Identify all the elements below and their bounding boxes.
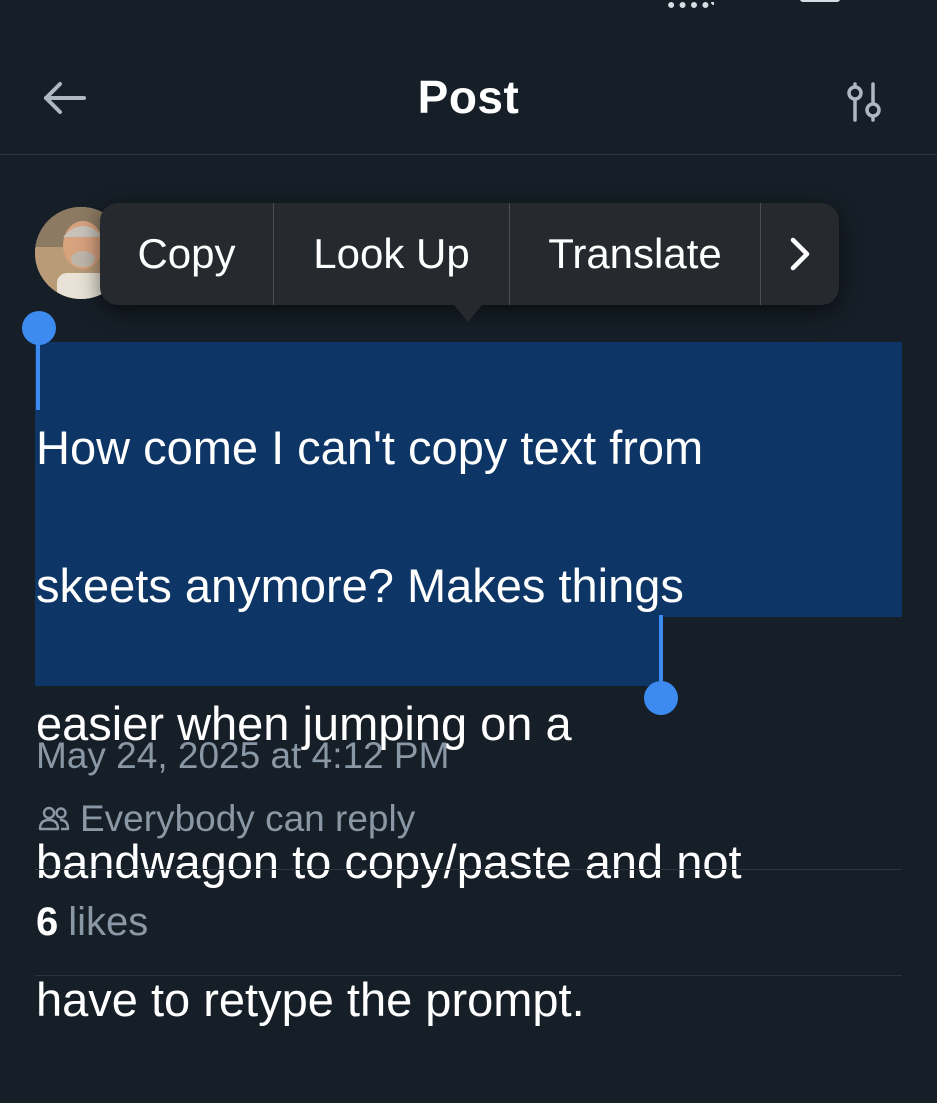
chevron-right-icon: [790, 237, 810, 271]
translate-menu-item[interactable]: Translate: [510, 203, 761, 305]
likes-label: likes: [68, 900, 149, 944]
likes-link[interactable]: 6 likes: [36, 900, 148, 945]
post-body-text[interactable]: How come I can't copy text from skeets a…: [36, 344, 916, 1103]
status-bar-signal-fragment: [668, 0, 714, 8]
copy-menu-item[interactable]: Copy: [100, 203, 274, 305]
divider: [35, 869, 902, 870]
post-text-line: How come I can't copy text from: [36, 421, 704, 474]
look-up-menu-item[interactable]: Look Up: [274, 203, 510, 305]
text-selection-context-menu: Copy Look Up Translate: [100, 203, 839, 305]
post-timestamp: May 24, 2025 at 4:12 PM: [36, 735, 450, 776]
selection-end-caret: [659, 615, 663, 687]
sliders-icon: [847, 82, 881, 122]
thread-settings-button[interactable]: [838, 76, 890, 128]
reply-setting-label: Everybody can reply: [80, 798, 416, 839]
selection-end-handle[interactable]: [644, 681, 678, 715]
reply-setting: Everybody can reply: [36, 798, 415, 840]
post-header: Post: [0, 40, 937, 155]
page-title: Post: [417, 71, 520, 123]
context-menu-pointer: [450, 300, 486, 322]
people-icon: [38, 806, 70, 831]
more-options-button[interactable]: [761, 203, 839, 305]
status-bar-fragment: [800, 0, 840, 2]
divider: [35, 975, 902, 976]
likes-count: 6: [36, 900, 59, 944]
post-text-line: skeets anymore? Makes things: [36, 559, 684, 612]
